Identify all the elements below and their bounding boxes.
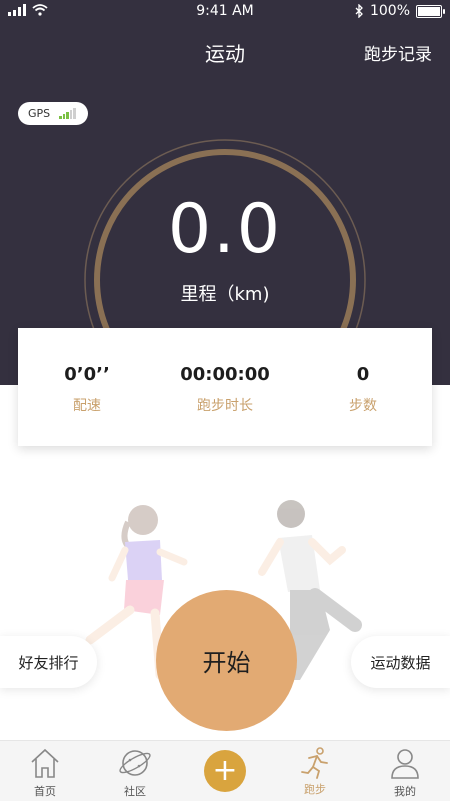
home-icon	[31, 748, 59, 778]
steps-value: 0	[356, 364, 370, 385]
tab-profile-label: 我的	[394, 785, 416, 798]
distance-label: 里程（km)	[180, 284, 270, 305]
tab-home-label: 首页	[34, 785, 56, 798]
runner-icon	[301, 747, 328, 779]
steps-label: 步数	[349, 398, 377, 414]
distance-value: 0.0	[167, 190, 283, 269]
duration-stat: 00:00:00 跑步时长	[156, 364, 294, 415]
tab-running-label: 跑步	[304, 783, 326, 796]
planet-icon	[119, 750, 151, 776]
duration-value: 00:00:00	[180, 364, 270, 385]
tab-bar: 首页 社区 + 跑步 我的	[0, 740, 450, 801]
tab-running[interactable]: 跑步	[270, 741, 360, 801]
pace-label: 配速	[73, 398, 101, 414]
tab-community[interactable]: 社区	[90, 741, 180, 801]
friends-ranking-button[interactable]: 好友排行	[0, 636, 97, 688]
tab-profile[interactable]: 我的	[360, 741, 450, 801]
user-icon	[391, 749, 419, 779]
sport-data-button[interactable]: 运动数据	[351, 636, 450, 688]
steps-stat: 0 步数	[294, 364, 432, 415]
tab-home[interactable]: 首页	[0, 741, 90, 801]
plus-icon: +	[204, 750, 246, 792]
pace-value: 0’0’’	[64, 364, 110, 385]
tab-community-label: 社区	[124, 785, 146, 798]
pace-stat: 0’0’’ 配速	[18, 364, 156, 415]
stats-card: 0’0’’ 配速 00:00:00 跑步时长 0 步数	[18, 328, 432, 446]
tab-add[interactable]: +	[180, 741, 270, 801]
duration-label: 跑步时长	[197, 398, 253, 414]
start-button[interactable]: 开始	[156, 590, 297, 731]
